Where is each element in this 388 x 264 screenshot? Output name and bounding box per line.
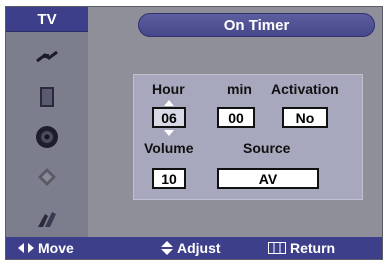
menu-title: On Timer xyxy=(138,13,375,37)
tv-label: TV xyxy=(37,10,57,28)
activation-value: No xyxy=(295,109,315,126)
min-value: 00 xyxy=(228,109,244,126)
move-hint: Move xyxy=(18,240,74,256)
volume-value: 10 xyxy=(161,170,177,187)
activation-field[interactable]: No xyxy=(282,107,328,128)
adjust-hint: Adjust xyxy=(161,240,221,256)
picture-icon[interactable] xyxy=(26,80,68,114)
antenna-icon[interactable] xyxy=(26,40,68,74)
return-hint: Return xyxy=(268,240,335,256)
up-down-arrow-icon xyxy=(161,241,173,255)
channel-icon[interactable] xyxy=(26,160,68,194)
move-label: Move xyxy=(38,240,74,256)
volume-field[interactable]: 10 xyxy=(152,168,186,189)
source-label: Source xyxy=(243,140,291,156)
setup-icon[interactable] xyxy=(26,202,68,236)
source-field[interactable]: AV xyxy=(217,168,319,189)
return-label: Return xyxy=(290,240,336,256)
hour-down-arrow-icon[interactable] xyxy=(164,130,174,136)
volume-label: Volume xyxy=(144,140,194,156)
activation-label: Activation xyxy=(271,81,339,97)
footer-bar: Move Adjust Return xyxy=(6,237,382,259)
hour-label: Hour xyxy=(152,81,185,97)
source-value: AV xyxy=(258,170,278,187)
osd-window: TV On Timer Hour min Activation 06 00 No… xyxy=(5,6,383,260)
left-right-arrow-icon xyxy=(18,243,34,253)
min-label: min xyxy=(227,81,252,97)
tv-tab: TV xyxy=(6,7,88,32)
hour-up-arrow-icon[interactable] xyxy=(164,100,174,106)
sidebar xyxy=(6,32,88,238)
adjust-label: Adjust xyxy=(177,240,221,256)
min-field[interactable]: 00 xyxy=(217,107,255,128)
menu-title-label: On Timer xyxy=(223,16,290,34)
hour-value: 06 xyxy=(161,109,177,126)
speaker-icon[interactable] xyxy=(26,120,68,154)
on-timer-panel: Hour min Activation 06 00 No Volume Sour… xyxy=(133,74,363,200)
menu-icon xyxy=(268,242,286,254)
hour-field[interactable]: 06 xyxy=(152,107,186,128)
